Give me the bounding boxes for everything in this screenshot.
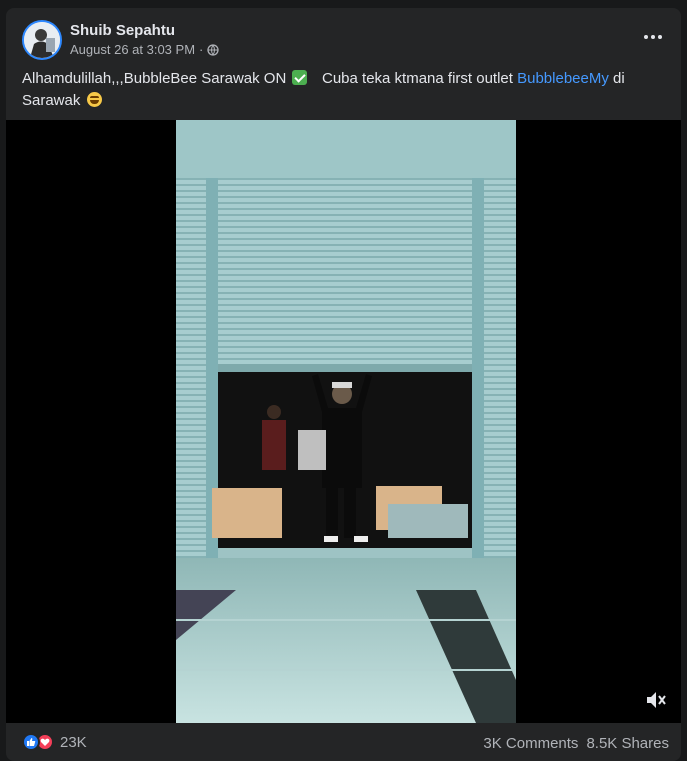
speaker-muted-icon [647, 692, 666, 708]
post-meta: August 26 at 3:03 PM · [70, 42, 220, 57]
mute-toggle-button[interactable] [643, 687, 669, 713]
author-name[interactable]: Shuib Sepahtu [70, 22, 175, 39]
caption-text-1: Alhamdulillah,,,BubbleBee Sarawak ON [22, 70, 287, 87]
post-header: Shuib Sepahtu August 26 at 3:03 PM · [6, 8, 681, 64]
post-card: Shuib Sepahtu August 26 at 3:03 PM · Alh… [6, 8, 681, 761]
post-footer: 23K 3K Comments 8.5K Shares [6, 723, 681, 761]
check-mark-icon [292, 70, 308, 85]
avatar[interactable] [22, 20, 62, 60]
more-options-button[interactable] [639, 26, 667, 48]
caption-text-2: Cuba teka ktmana first outlet [322, 70, 513, 87]
page-mention-link[interactable]: BubblebeeMy [517, 70, 609, 87]
shares-count-link[interactable]: 8.5K Shares [586, 735, 669, 752]
post-stats: 3K Comments 8.5K Shares [483, 735, 669, 752]
reaction-count: 23K [60, 733, 87, 751]
globe-icon [207, 43, 220, 56]
avatar-image [24, 22, 60, 58]
video-still [176, 120, 516, 723]
post-caption: Alhamdulillah,,,BubbleBee Sarawak ON Cub… [22, 68, 662, 112]
reactions-summary[interactable]: 23K [22, 733, 87, 751]
like-reaction-icon [22, 733, 40, 751]
smile-emoji-icon [86, 92, 102, 107]
comments-count-link[interactable]: 3K Comments [483, 735, 578, 752]
meta-separator: · [199, 42, 204, 57]
video-frame[interactable] [176, 120, 516, 723]
post-timestamp[interactable]: August 26 at 3:03 PM [70, 42, 195, 57]
video-player[interactable] [6, 120, 681, 723]
more-dots-icon [644, 35, 648, 39]
